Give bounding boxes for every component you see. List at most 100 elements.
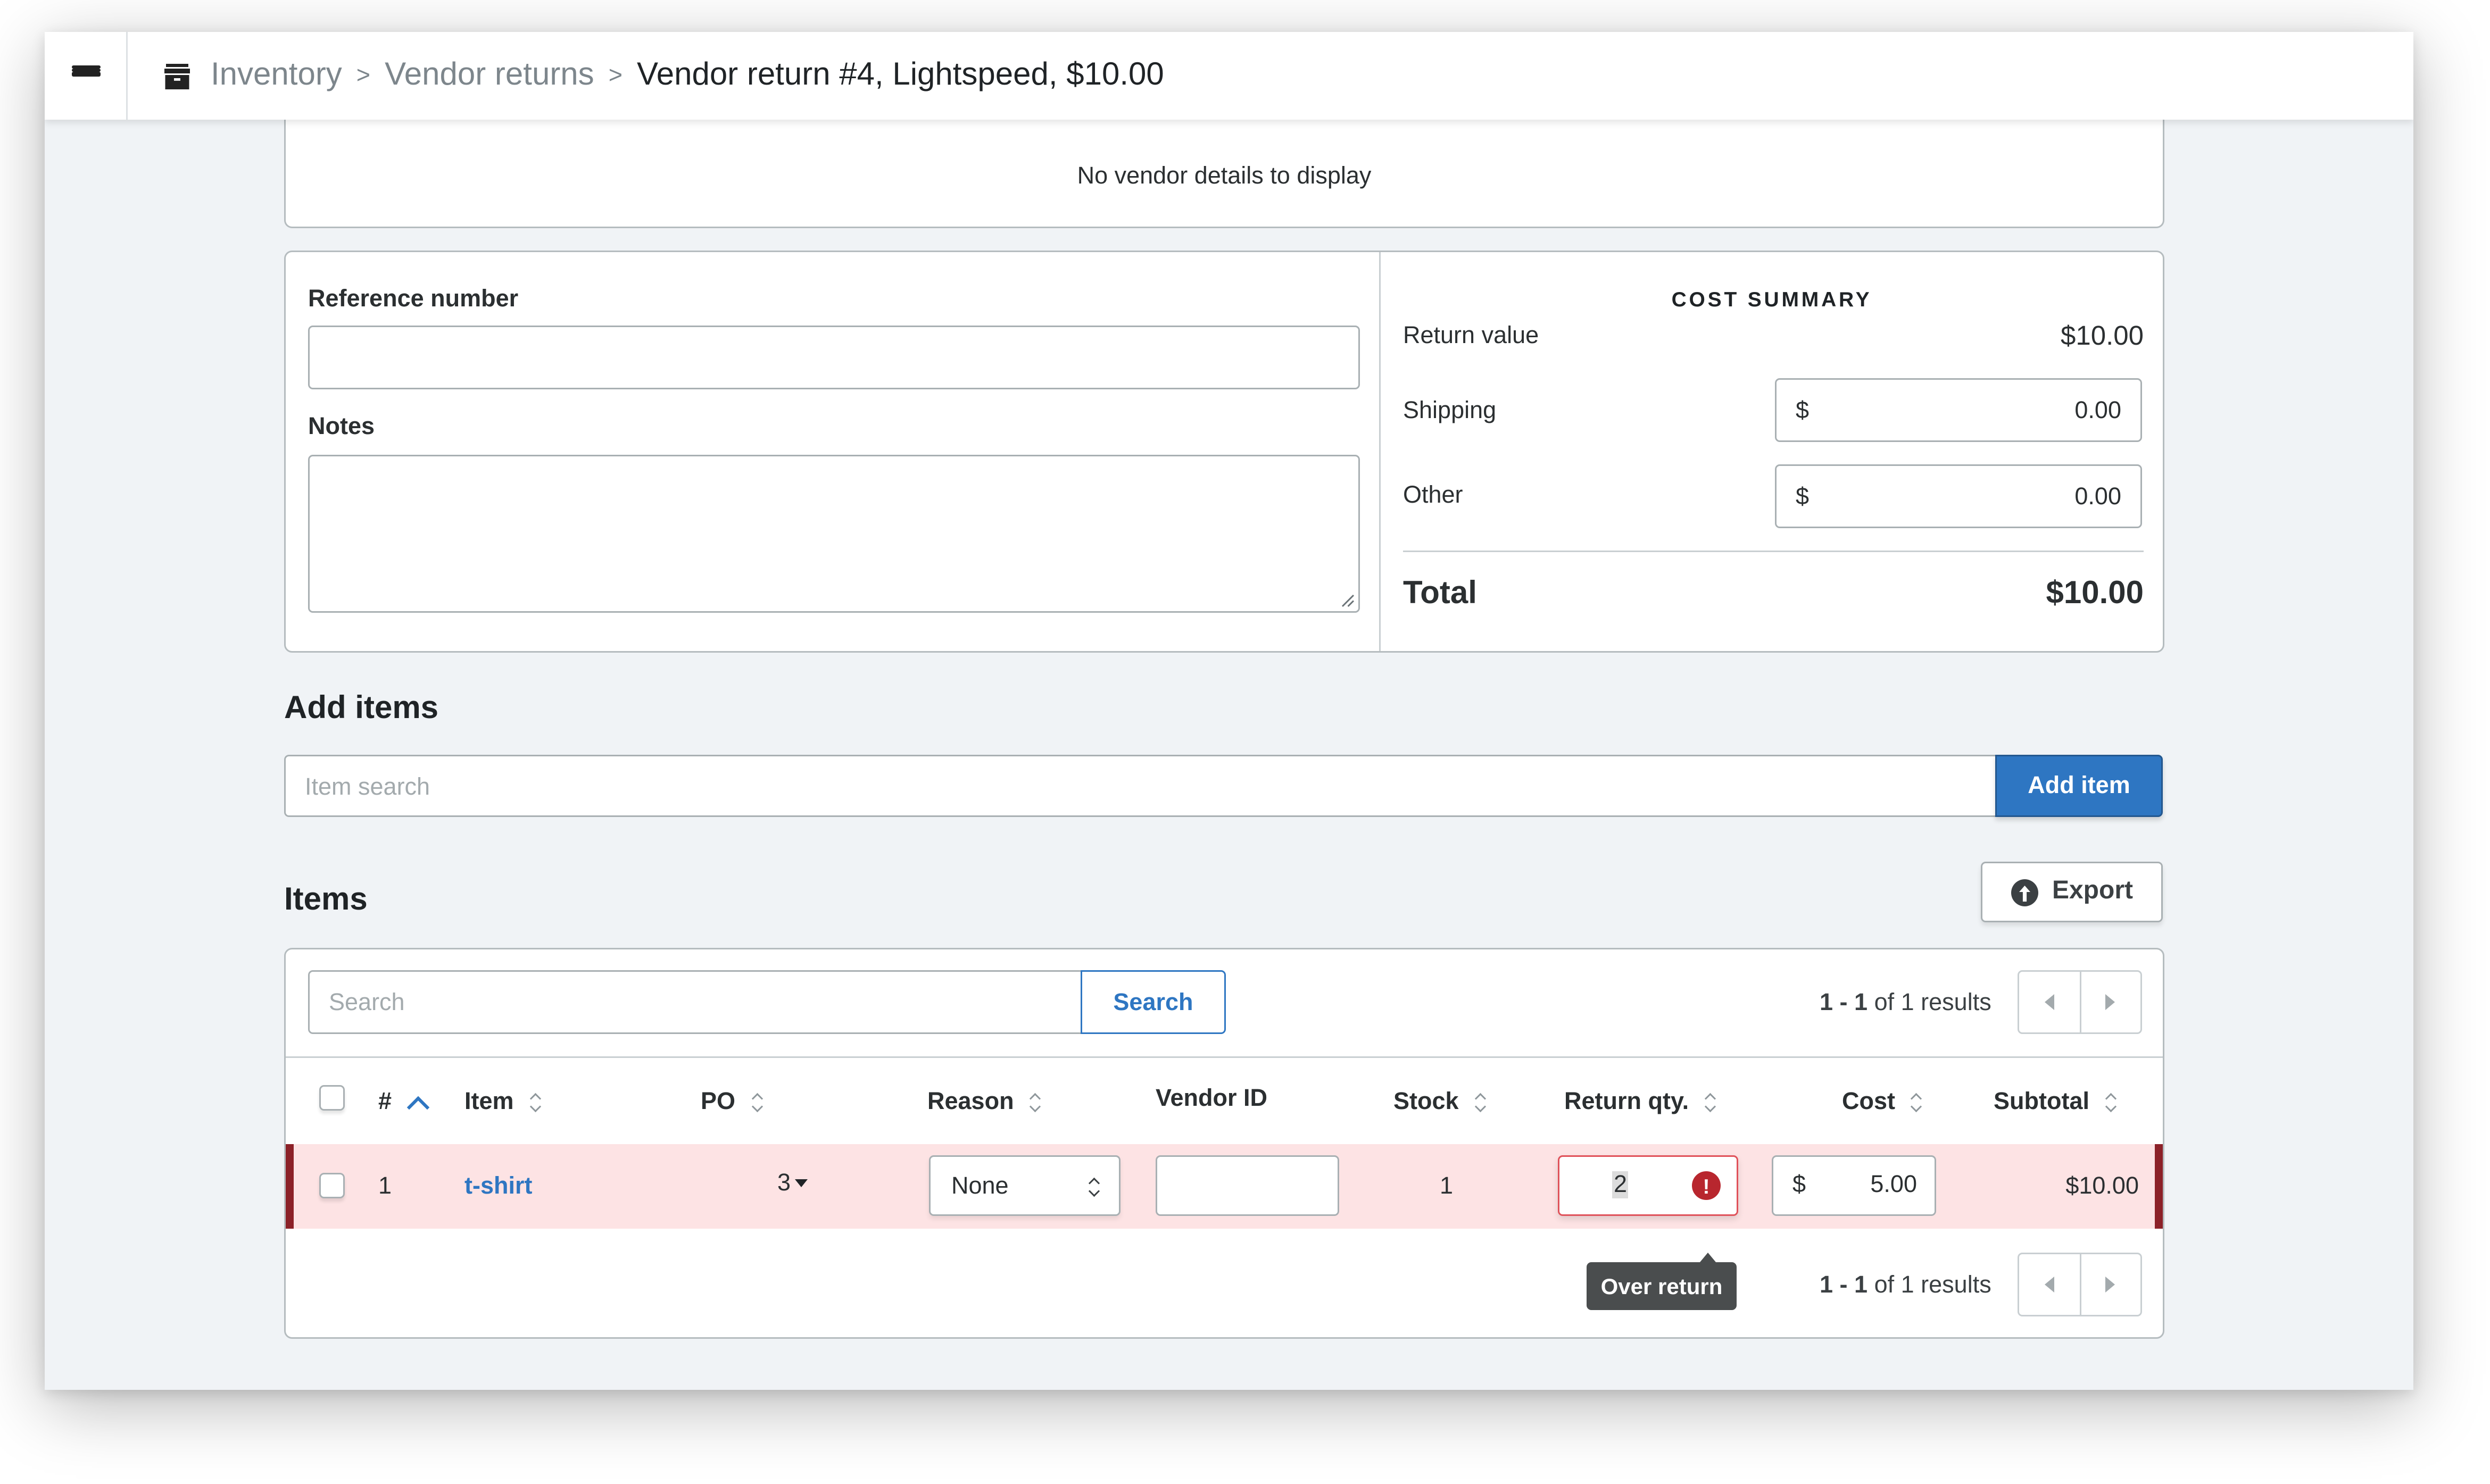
- results-of: of: [1874, 1272, 1895, 1299]
- sort-icon[interactable]: [2105, 1091, 2116, 1113]
- other-value: 0.00: [2074, 483, 2121, 511]
- table-search-input[interactable]: Search: [308, 970, 1082, 1034]
- cost-summary-divider: [1403, 551, 2144, 552]
- sort-icon[interactable]: [1475, 1091, 1486, 1113]
- item-link[interactable]: t-shirt: [464, 1173, 533, 1200]
- resize-handle-icon[interactable]: [1341, 594, 1355, 608]
- results-count-top: 1 - 1 of 1 results: [1820, 989, 1991, 1016]
- return-details-card: Reference number Notes COST SUMMARY Retu…: [284, 251, 2164, 653]
- currency-symbol: $: [1796, 397, 1810, 424]
- upload-circle-icon: [2010, 878, 2038, 906]
- results-total: 1: [1900, 1272, 1914, 1299]
- vendor-id-input[interactable]: [1156, 1155, 1339, 1216]
- items-table-card: Search Search 1 - 1 of 1 results # Item …: [284, 948, 2164, 1339]
- item-search-input[interactable]: Item search: [284, 755, 1997, 817]
- column-label: Cost: [1842, 1088, 1896, 1115]
- reference-number-input[interactable]: [308, 326, 1360, 389]
- column-header-return-qty[interactable]: Return qty.: [1564, 1088, 1716, 1115]
- po-value: 3: [777, 1170, 791, 1197]
- top-bar: Inventory > Vendor returns > Vendor retu…: [45, 32, 2413, 120]
- sort-icon[interactable]: [1911, 1091, 1922, 1113]
- column-header-cost[interactable]: Cost: [1842, 1088, 1922, 1115]
- column-label: Subtotal: [1994, 1088, 2089, 1115]
- exclamation-circle-icon: !: [1692, 1171, 1721, 1200]
- column-header-number[interactable]: #: [378, 1088, 430, 1118]
- results-of: of: [1874, 989, 1895, 1016]
- reason-select[interactable]: None: [929, 1155, 1120, 1216]
- breadcrumb: Inventory > Vendor returns > Vendor retu…: [163, 32, 1164, 120]
- screenshot-stage: Inventory > Vendor returns > Vendor retu…: [0, 0, 2490, 1484]
- inventory-box-icon: [163, 62, 192, 90]
- column-label: Reason: [927, 1088, 1014, 1115]
- po-dropdown[interactable]: 3: [777, 1170, 809, 1197]
- vendor-empty-message: No vendor details to display: [1077, 163, 1372, 190]
- select-arrows-icon: [1089, 1176, 1100, 1198]
- table-header-divider: [286, 1056, 2163, 1058]
- other-label: Other: [1403, 482, 1463, 509]
- caret-right-icon: [2105, 994, 2115, 1010]
- subtotal-value: $10.00: [2065, 1173, 2139, 1200]
- results-range: 1 - 1: [1820, 1272, 1868, 1299]
- shipping-label: Shipping: [1403, 397, 1497, 424]
- next-page-button[interactable]: [2079, 972, 2141, 1032]
- breadcrumb-separator: >: [356, 62, 371, 89]
- over-return-tooltip: Over return: [1587, 1253, 1737, 1310]
- reference-number-label: Reference number: [308, 286, 519, 313]
- stock-value: 1: [1440, 1173, 1454, 1200]
- other-input[interactable]: $ 0.00: [1775, 464, 2142, 528]
- column-header-subtotal[interactable]: Subtotal: [1994, 1088, 2116, 1115]
- pagination-bottom: [2018, 1253, 2142, 1316]
- sort-icon[interactable]: [751, 1091, 762, 1113]
- sort-ascending-icon[interactable]: [407, 1095, 430, 1118]
- cost-summary-title: COST SUMMARY: [1671, 287, 1872, 311]
- row-select-checkbox[interactable]: [319, 1173, 345, 1198]
- currency-symbol: $: [1796, 483, 1810, 511]
- export-button[interactable]: Export: [1981, 862, 2163, 922]
- total-label: Total: [1403, 576, 1477, 611]
- page-title: Vendor return #4, Lightspeed, $10.00: [637, 57, 1164, 93]
- return-qty-value: 2: [1612, 1171, 1629, 1198]
- add-item-button[interactable]: Add item: [1995, 755, 2163, 817]
- column-header-stock[interactable]: Stock: [1393, 1088, 1486, 1115]
- sort-icon[interactable]: [1705, 1091, 1716, 1113]
- column-header-vendor-id: Vendor ID: [1156, 1085, 1267, 1112]
- row-number: 1: [378, 1173, 392, 1200]
- breadcrumb-vendor-returns[interactable]: Vendor returns: [385, 57, 594, 94]
- total-amount: $10.00: [2046, 576, 2144, 611]
- breadcrumb-inventory[interactable]: Inventory: [211, 57, 342, 94]
- caret-left-icon: [2044, 1277, 2054, 1293]
- column-label: Item: [464, 1088, 514, 1115]
- sort-icon[interactable]: [530, 1091, 541, 1113]
- caret-right-icon: [2105, 1277, 2115, 1293]
- cost-input[interactable]: $ 5.00: [1772, 1155, 1936, 1216]
- shipping-input[interactable]: $ 0.00: [1775, 378, 2142, 442]
- sort-icon[interactable]: [1030, 1091, 1041, 1113]
- results-suffix: results: [1921, 989, 1991, 1016]
- cost-value: 5.00: [1870, 1171, 1917, 1198]
- select-all-checkbox[interactable]: [319, 1085, 345, 1111]
- item-search-placeholder: Item search: [305, 774, 430, 801]
- return-qty-input[interactable]: 2 !: [1558, 1155, 1738, 1216]
- breadcrumb-separator: >: [608, 62, 622, 89]
- menu-button[interactable]: [45, 32, 128, 120]
- next-page-button[interactable]: [2079, 1254, 2141, 1315]
- pagination-top: [2018, 970, 2142, 1034]
- results-range: 1 - 1: [1820, 989, 1868, 1016]
- cost-summary: COST SUMMARY Return value $10.00 Shippin…: [1381, 252, 2163, 651]
- column-header-reason[interactable]: Reason: [927, 1088, 1041, 1115]
- notes-textarea[interactable]: [308, 455, 1360, 613]
- items-heading: Items: [284, 882, 368, 918]
- results-count-bottom: 1 - 1 of 1 results: [1820, 1272, 1991, 1299]
- table-row: 1 t-shirt 3 None 1 2 ! $ 5.00 $10.00: [286, 1144, 2163, 1229]
- column-header-po[interactable]: PO: [701, 1088, 762, 1115]
- previous-page-button[interactable]: [2019, 972, 2079, 1032]
- column-label: Vendor ID: [1156, 1085, 1268, 1112]
- table-search-button[interactable]: Search: [1081, 970, 1226, 1034]
- results-total: 1: [1900, 989, 1914, 1016]
- column-header-item[interactable]: Item: [464, 1088, 541, 1115]
- previous-page-button[interactable]: [2019, 1254, 2079, 1315]
- column-label: #: [378, 1088, 392, 1115]
- shipping-value: 0.00: [2074, 397, 2121, 424]
- return-details-form: Reference number Notes: [286, 252, 1381, 651]
- column-label: PO: [701, 1088, 736, 1115]
